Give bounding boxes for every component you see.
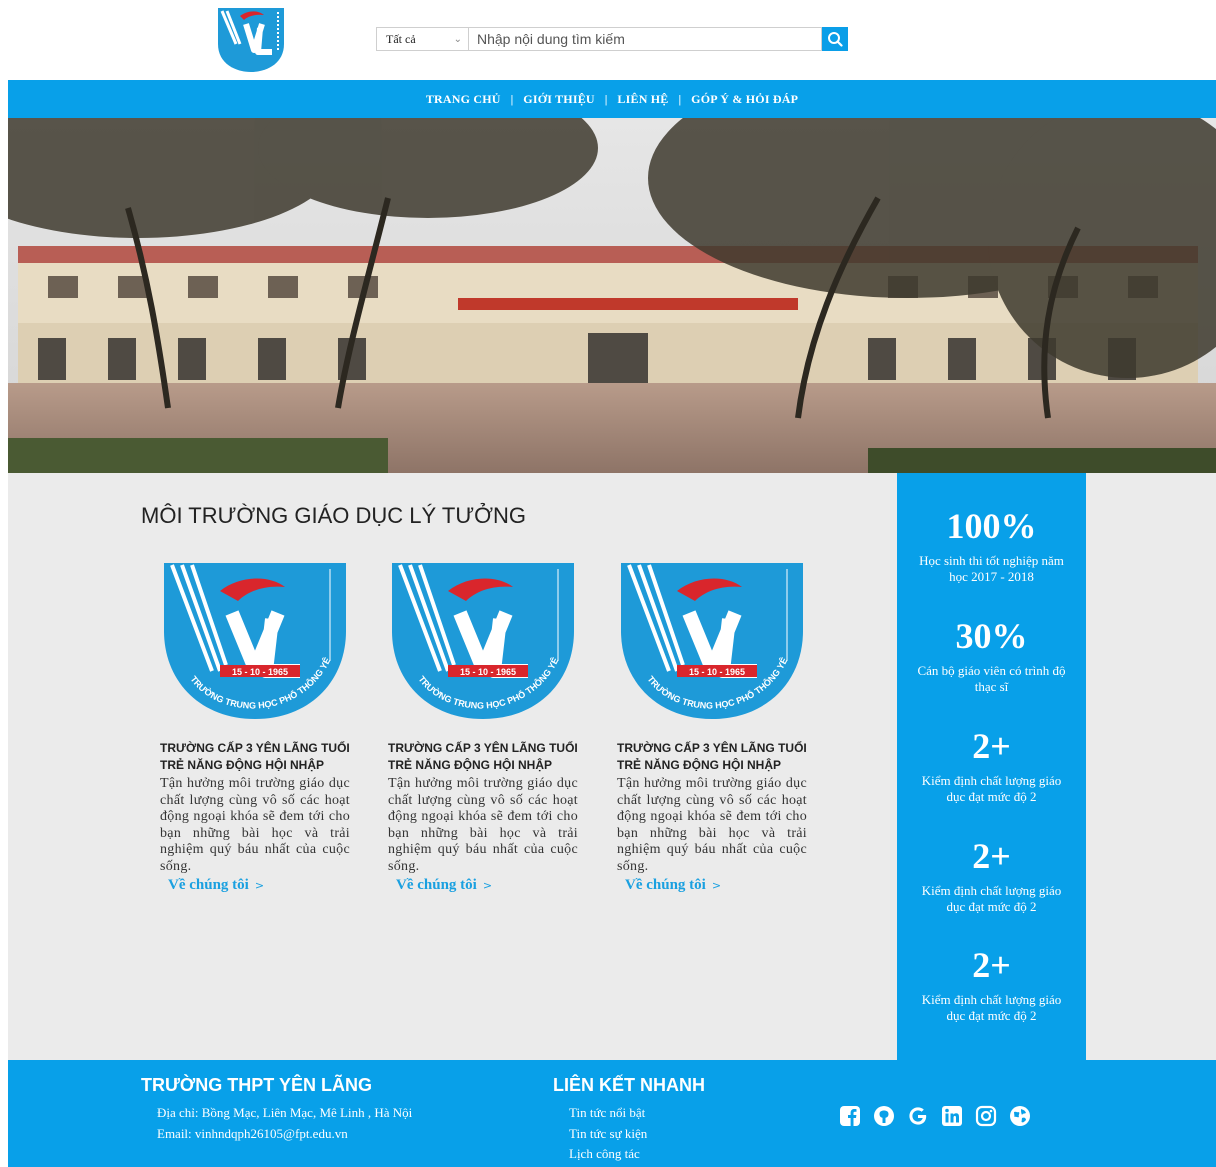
stat-value: 30% bbox=[955, 616, 1028, 656]
nav-separator: | bbox=[678, 91, 682, 106]
nav-item-home[interactable]: TRANG CHỦ bbox=[426, 92, 501, 107]
card-title: TRƯỜNG CẤP 3 YÊN LÃNG TUỔI TRẺ NĂNG ĐỘNG… bbox=[160, 741, 350, 772]
stat-item: 2+ Kiểm định chất lượng giáo dục đạt mức… bbox=[897, 725, 1086, 805]
footer-link-event-news[interactable]: Tin tức sự kiện bbox=[569, 1126, 647, 1142]
stat-value: 2+ bbox=[972, 945, 1011, 985]
section-title: MÔI TRƯỜNG GIÁO DỤC LÝ TƯỞNG bbox=[141, 503, 526, 528]
footer-link-work-schedule[interactable]: Lịch công tác bbox=[569, 1146, 640, 1162]
card-title: TRƯỜNG CẤP 3 YÊN LÃNG TUỔI TRẺ NĂNG ĐỘNG… bbox=[388, 741, 578, 772]
card-title: TRƯỜNG CẤP 3 YÊN LÃNG TUỔI TRẺ NĂNG ĐỘNG… bbox=[617, 741, 807, 772]
github-icon[interactable] bbox=[872, 1104, 896, 1128]
about-us-link[interactable]: Về chúng tôi > bbox=[396, 877, 578, 894]
chevron-right-icon: > bbox=[711, 879, 722, 892]
feature-card: 15 - 10 - 1965 TRƯỜNG TRUNG HỌC PHỔ THÔN… bbox=[613, 553, 807, 894]
feature-card: 15 - 10 - 1965 TRƯỜNG TRUNG HỌC PHỔ THÔN… bbox=[384, 553, 578, 894]
nav-item-contact[interactable]: LIÊN HỆ bbox=[617, 92, 668, 107]
emblem-date: 15 - 10 - 1965 bbox=[232, 667, 288, 677]
search-icon bbox=[828, 32, 843, 47]
stat-item: 100% Học sinh thi tốt nghiệp năm học 201… bbox=[897, 505, 1086, 585]
main-nav: TRANG CHỦ | GIỚI THIỆU | LIÊN HỆ | GÓP Ý… bbox=[8, 80, 1216, 118]
card-text: Tận hưởng môi trường giáo dục chất lượng… bbox=[617, 776, 807, 874]
stats-panel: 100% Học sinh thi tốt nghiệp năm học 201… bbox=[897, 473, 1086, 1060]
footer-email: Email: vinhndqph26105@fpt.edu.vn bbox=[157, 1126, 348, 1141]
stat-label: Học sinh thi tốt nghiệp năm học 2017 - 2… bbox=[919, 553, 1064, 584]
stat-value: 100% bbox=[946, 506, 1037, 546]
about-us-link[interactable]: Về chúng tôi > bbox=[168, 877, 350, 894]
footer-link-featured-news[interactable]: Tin tức nổi bật bbox=[569, 1105, 645, 1121]
footer-school-title: TRƯỜNG THPT YÊN LÃNG bbox=[141, 1075, 372, 1095]
about-us-link-label: Về chúng tôi bbox=[168, 877, 249, 893]
google-icon[interactable] bbox=[906, 1104, 930, 1128]
chevron-right-icon: > bbox=[254, 879, 265, 892]
social-links bbox=[838, 1104, 1032, 1128]
chevron-down-icon: ⌄ bbox=[453, 33, 462, 45]
instagram-icon[interactable] bbox=[974, 1104, 998, 1128]
nav-item-about[interactable]: GIỚI THIỆU bbox=[523, 92, 594, 107]
nav-separator: | bbox=[510, 91, 514, 106]
nav-separator: | bbox=[604, 91, 608, 106]
stat-item: 2+ Kiểm định chất lượng giáo dục đạt mức… bbox=[897, 944, 1086, 1024]
header: Tất cả ⌄ bbox=[0, 0, 1216, 80]
school-logo[interactable] bbox=[216, 6, 286, 74]
school-building-photo bbox=[8, 118, 1216, 473]
search-bar: Tất cả ⌄ bbox=[376, 27, 848, 53]
hero-banner bbox=[8, 118, 1216, 473]
search-button[interactable] bbox=[822, 27, 848, 51]
search-category-value: Tất cả bbox=[386, 31, 416, 46]
about-us-link-label: Về chúng tôi bbox=[396, 877, 477, 893]
footer-address: Địa chỉ: Bồng Mạc, Liên Mạc, Mê Linh , H… bbox=[157, 1105, 413, 1120]
emblem-date: 15 - 10 - 1965 bbox=[689, 667, 745, 677]
stat-value: 2+ bbox=[972, 726, 1011, 766]
facebook-icon[interactable] bbox=[838, 1104, 862, 1128]
emblem-date: 15 - 10 - 1965 bbox=[460, 667, 516, 677]
school-emblem-image: 15 - 10 - 1965 TRƯỜNG TRUNG HỌC PHỔ THÔN… bbox=[384, 553, 574, 719]
school-emblem-image: 15 - 10 - 1965 TRƯỜNG TRUNG HỌC PHỔ THÔN… bbox=[613, 553, 803, 719]
search-category-select[interactable]: Tất cả ⌄ bbox=[376, 27, 468, 51]
nav-item-feedback[interactable]: GÓP Ý & HỎI ĐÁP bbox=[691, 92, 798, 107]
stat-label: Kiểm định chất lượng giáo dục đạt mức độ… bbox=[921, 883, 1062, 914]
feature-card: 15 - 10 - 1965 TRƯỜNG TRUNG HỌC PHỔ THÔN… bbox=[156, 553, 350, 894]
footer: TRƯỜNG THPT YÊN LÃNG Địa chỉ: Bồng Mạc, … bbox=[8, 1060, 1216, 1167]
school-emblem-image: 15 - 10 - 1965 TRƯỜNG TRUNG HỌC PHỔ THÔN… bbox=[156, 553, 346, 719]
stat-label: Kiểm định chất lượng giáo dục đạt mức độ… bbox=[921, 773, 1062, 804]
about-us-link-label: Về chúng tôi bbox=[625, 877, 706, 893]
main-content: MÔI TRƯỜNG GIÁO DỤC LÝ TƯỞNG 15 - 10 - 1… bbox=[8, 473, 1216, 1060]
stat-item: 30% Cán bộ giáo viên có trình độ thạc sĩ bbox=[897, 615, 1086, 695]
stat-label: Cán bộ giáo viên có trình độ thạc sĩ bbox=[917, 663, 1066, 694]
search-input[interactable] bbox=[468, 27, 822, 51]
card-text: Tận hưởng môi trường giáo dục chất lượng… bbox=[388, 776, 578, 874]
stat-label: Kiểm định chất lượng giáo dục đạt mức độ… bbox=[921, 992, 1062, 1023]
stat-value: 2+ bbox=[972, 836, 1011, 876]
footer-links-title: LIÊN KẾT NHANH bbox=[553, 1075, 705, 1095]
stat-item: 2+ Kiểm định chất lượng giáo dục đạt mức… bbox=[897, 835, 1086, 915]
globe-icon[interactable] bbox=[1008, 1104, 1032, 1128]
linkedin-icon[interactable] bbox=[940, 1104, 964, 1128]
card-text: Tận hưởng môi trường giáo dục chất lượng… bbox=[160, 776, 350, 874]
chevron-right-icon: > bbox=[482, 879, 493, 892]
about-us-link[interactable]: Về chúng tôi > bbox=[625, 877, 807, 894]
